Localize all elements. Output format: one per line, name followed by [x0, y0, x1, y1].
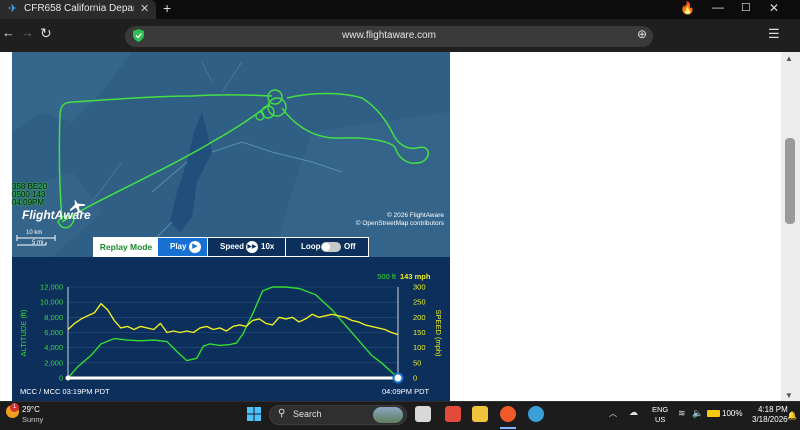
speed-tick-label: 0: [413, 374, 417, 383]
tray-chevron-up-icon[interactable]: ︿: [609, 408, 617, 419]
speed-tick-label: 100: [413, 343, 426, 352]
altitude-tick-label: 12,000: [40, 283, 63, 292]
folder-app-icon[interactable]: [472, 406, 488, 422]
current-altitude: 500 ft: [377, 272, 397, 281]
scrollbar-track[interactable]: [781, 52, 800, 401]
wifi-icon[interactable]: ≋: [678, 408, 686, 419]
file-manager-app-icon[interactable]: [415, 406, 431, 422]
divider: [207, 238, 208, 256]
replay-mode-label: Replay Mode: [94, 238, 158, 256]
tab-title: CFR658 California Department: [24, 3, 134, 14]
altitude-ticks: 0 2,000 4,000 6,000 8,000 10,000 12,000: [40, 283, 63, 383]
scroll-up-icon[interactable]: ▲: [785, 54, 793, 63]
map-attribution[interactable]: © 2026 FlightAware: [352, 212, 444, 219]
flight-track: [61, 103, 271, 223]
clock-time[interactable]: 4:18 PM: [758, 405, 788, 414]
speed-ticks: 0 50 100 150 200 250 300: [413, 283, 426, 383]
aircraft-label-line: 04:09PM: [12, 198, 45, 207]
reload-icon[interactable]: ↻: [40, 25, 52, 42]
close-window-button[interactable]: ✕: [769, 1, 779, 15]
altitude-tick-label: 8,000: [44, 313, 63, 322]
airplane-favicon-icon: ✈: [8, 3, 18, 15]
speed-tick-label: 200: [413, 313, 426, 322]
search-placeholder[interactable]: Search: [293, 409, 322, 419]
lake: [170, 112, 212, 232]
security-app-icon[interactable]: [445, 406, 461, 422]
language-indicator[interactable]: ENG: [652, 405, 668, 414]
loop-label: Loop: [301, 242, 321, 251]
altitude-tick-label: 0: [59, 374, 63, 383]
map-attribution-osm[interactable]: © OpenStreetMap contributors: [330, 220, 444, 227]
battery-icon[interactable]: [707, 410, 720, 417]
altitude-axis-label: ALTITUDE (ft): [19, 309, 28, 356]
arrival-time: 04:09PM PDT: [382, 387, 430, 396]
altitude-tick-label: 10,000: [40, 298, 63, 307]
brave-browser-app-icon[interactable]: [500, 406, 516, 422]
temperature[interactable]: 29°C: [22, 405, 40, 414]
altitude-tick-label: 2,000: [44, 358, 63, 367]
flight-loop: [267, 89, 283, 105]
speed-tick-label: 150: [413, 328, 426, 337]
speed-axis-label: SPEED (mph): [434, 309, 443, 357]
maximize-button[interactable]: ☐: [741, 1, 751, 14]
divider: [285, 238, 286, 256]
windows-start-icon[interactable]: [247, 407, 261, 421]
speed-tick-label: 300: [413, 283, 426, 292]
altitude-tick-label: 4,000: [44, 343, 63, 352]
search-icon[interactable]: ⚲: [278, 408, 285, 419]
play-label[interactable]: Play: [170, 238, 186, 256]
weather-condition[interactable]: Sunny: [22, 415, 43, 424]
loop-value: Off: [344, 242, 356, 251]
back-arrow-icon[interactable]: ←: [2, 25, 15, 40]
speed-tick-label: 250: [413, 298, 426, 307]
active-app-indicator: [500, 427, 516, 429]
altitude-speed-graph[interactable]: 0 2,000 4,000 6,000 8,000 10,000 12,000 0 50 100…: [12, 257, 450, 401]
loop-toggle-knob[interactable]: [322, 243, 330, 251]
fire-icon[interactable]: 🔥: [680, 1, 695, 15]
close-tab-icon[interactable]: ✕: [140, 2, 149, 15]
search-highlight-image[interactable]: [373, 407, 403, 423]
road: [91, 61, 243, 203]
new-tab-button[interactable]: +: [163, 0, 171, 16]
forward-arrow-icon[interactable]: →: [21, 25, 34, 40]
current-speed: 143 mph: [400, 272, 431, 281]
timeline-slider-knob[interactable]: [392, 372, 404, 384]
altitude-tick-label: 6,000: [44, 328, 63, 337]
aircraft-label: 358 BE20 0500 143 04:09PM: [12, 183, 47, 207]
scale-km-label: 10 km: [26, 230, 43, 236]
keyboard-layout-indicator[interactable]: US: [655, 415, 665, 424]
weather-badge: 1: [10, 403, 19, 412]
speed-value[interactable]: 10x: [261, 238, 274, 256]
battery-percent[interactable]: 100%: [722, 409, 742, 418]
scrollbar-thumb[interactable]: [785, 138, 795, 224]
map-terrain: [12, 52, 132, 132]
cloud-icon[interactable]: ☁: [629, 407, 638, 418]
url-text[interactable]: www.flightaware.com: [125, 30, 653, 41]
minimize-button[interactable]: —: [712, 0, 724, 14]
graph-grid: [67, 286, 399, 379]
play-icon[interactable]: ▶: [189, 241, 201, 253]
globe-app-icon[interactable]: [528, 406, 544, 422]
menu-icon[interactable]: ☰: [768, 26, 780, 42]
graph-canvas[interactable]: 0 2,000 4,000 6,000 8,000 10,000 12,000 0 50 100…: [12, 257, 450, 401]
volume-icon[interactable]: 🔈: [692, 408, 703, 419]
speed-label[interactable]: Speed: [220, 238, 244, 256]
speed-tick-label: 50: [413, 358, 421, 367]
map-terrain: [272, 112, 450, 257]
scroll-down-icon[interactable]: ▼: [785, 391, 793, 400]
scale-mi-label: 5 mi: [32, 240, 44, 246]
timeline-slider-start[interactable]: [65, 375, 71, 381]
leo-ai-icon[interactable]: ⊕: [637, 27, 647, 41]
clock-date[interactable]: 3/18/2026: [752, 415, 788, 424]
notification-bell-icon[interactable]: 🔔: [787, 411, 797, 420]
flightaware-logo: FlightAware: [22, 208, 91, 222]
origin-departure-time: MCC / MCC 03:19PM PDT: [20, 387, 110, 396]
fast-forward-icon[interactable]: ▶▶: [246, 241, 258, 253]
speed-series-line: [67, 303, 399, 336]
